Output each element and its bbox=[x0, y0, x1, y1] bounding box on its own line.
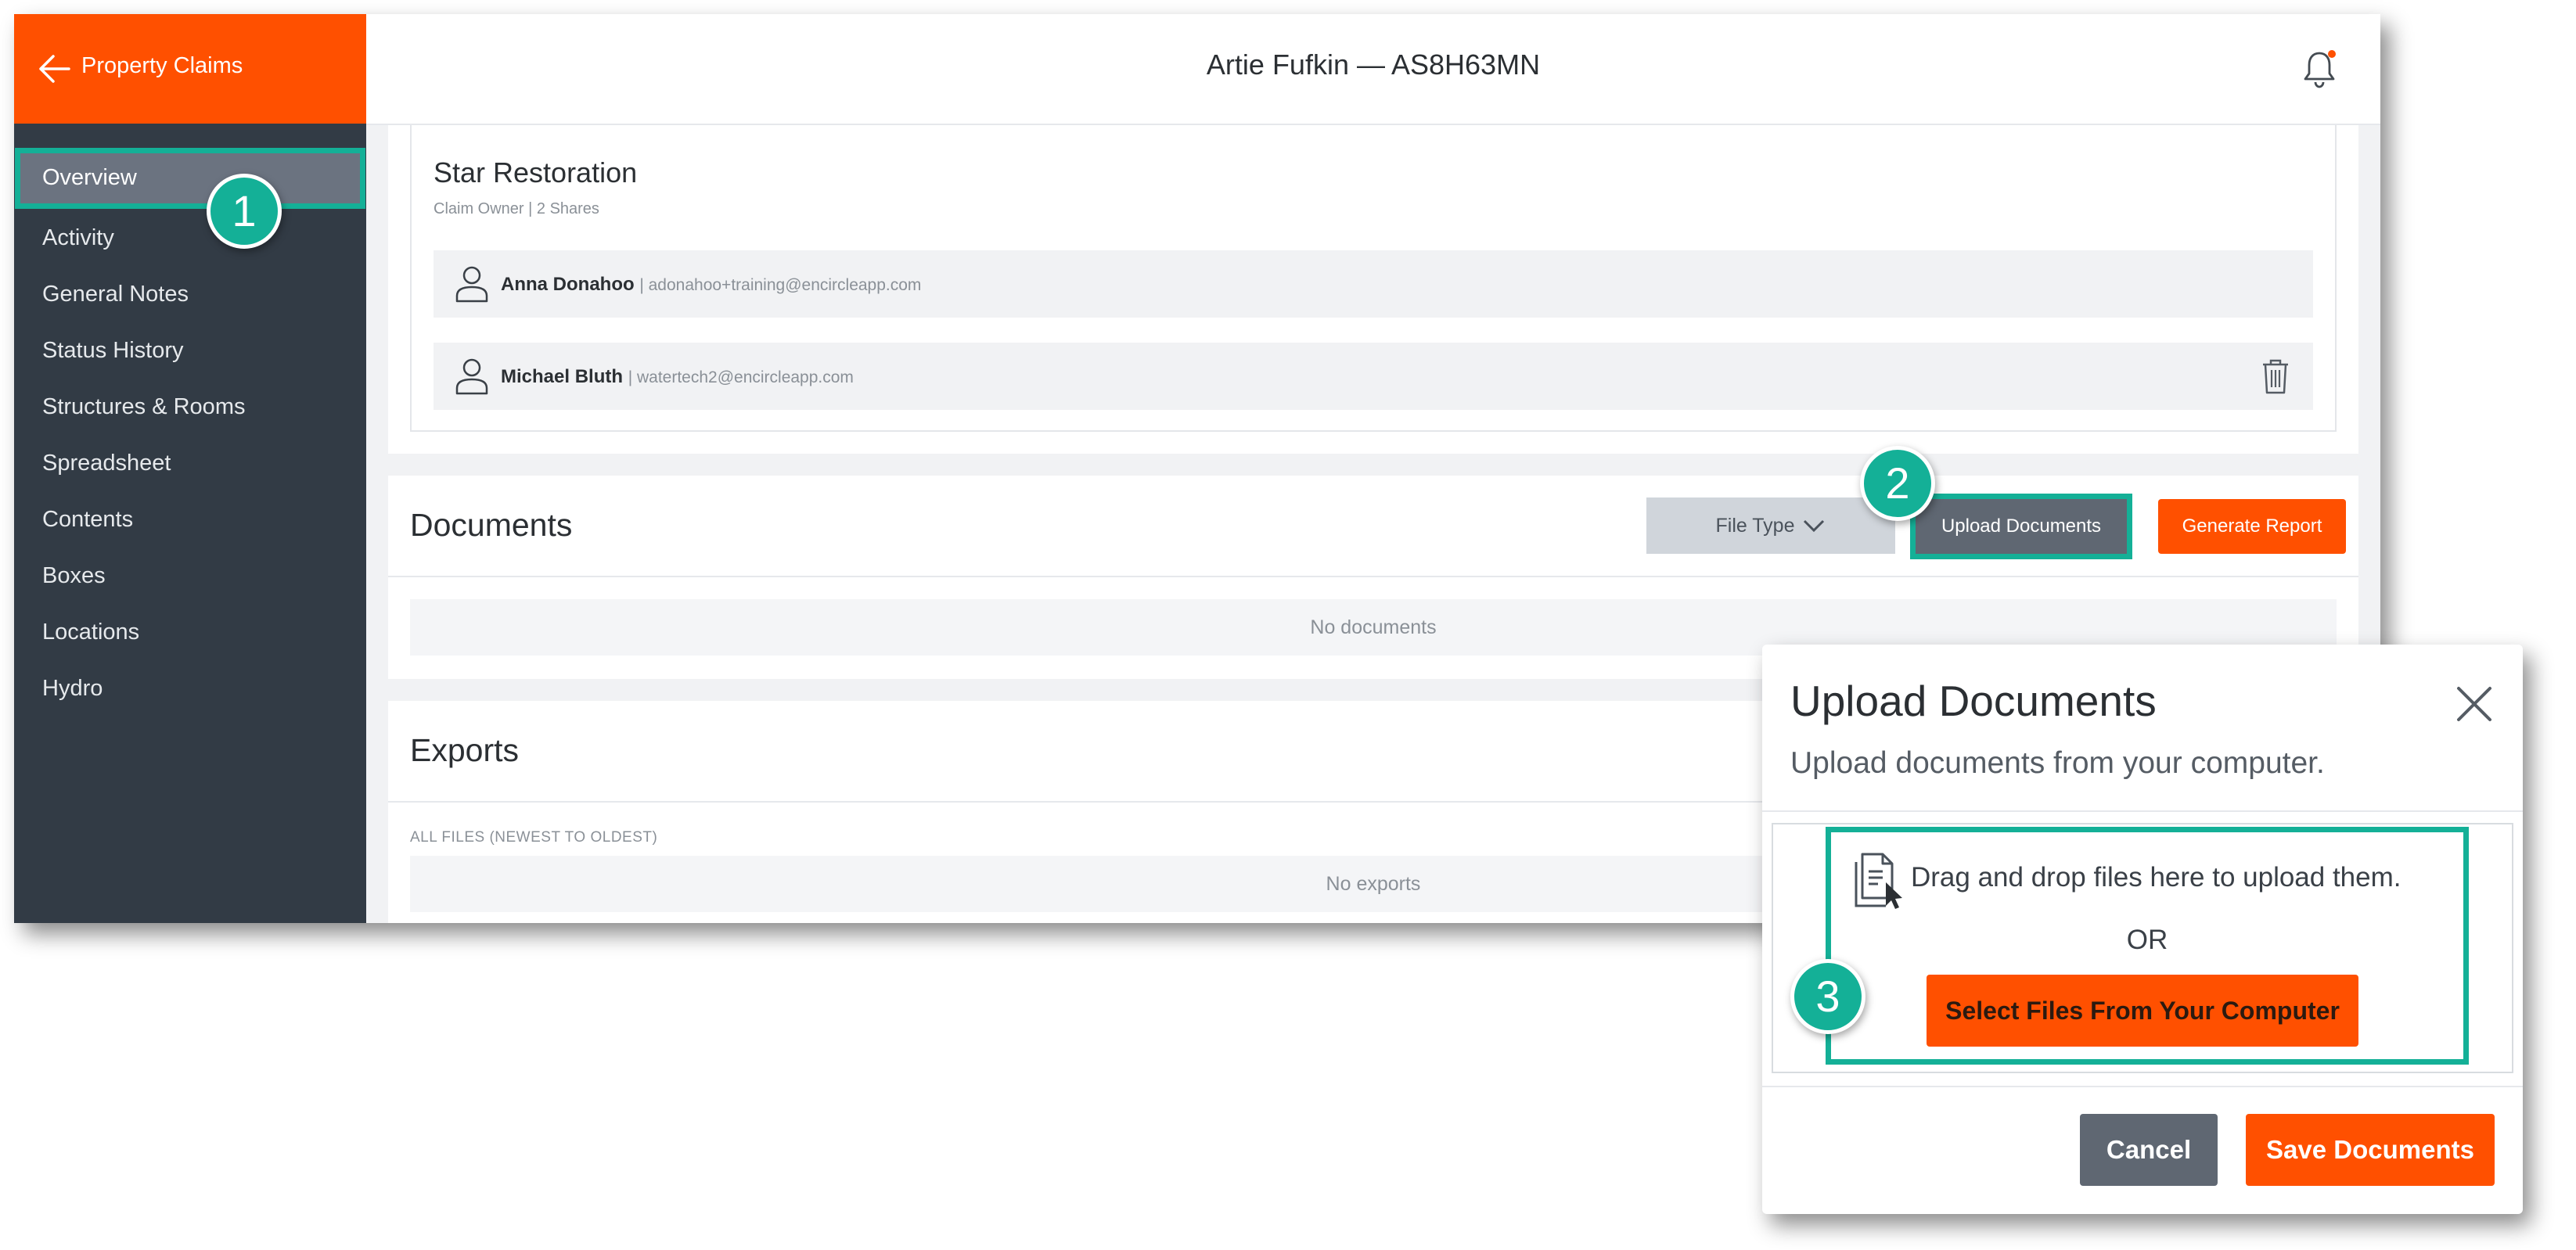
sidebar-item-status-history[interactable]: Status History bbox=[14, 322, 366, 379]
sidebar-header[interactable]: Property Claims bbox=[14, 14, 366, 124]
modal-subtitle: Upload documents from your computer. bbox=[1790, 746, 2325, 780]
divider bbox=[388, 576, 2358, 577]
step-badge-1: 1 bbox=[207, 174, 282, 249]
topbar: Artie Fufkin — AS8H63MN bbox=[366, 14, 2380, 125]
upload-documents-button[interactable]: Upload Documents bbox=[1916, 499, 2127, 554]
member-name-text: Michael Bluth bbox=[501, 366, 624, 387]
step-badge-2: 2 bbox=[1860, 446, 1935, 521]
cancel-button[interactable]: Cancel bbox=[2080, 1114, 2218, 1186]
member-row: Anna Donahoo | adonahoo+training@encircl… bbox=[434, 250, 2313, 318]
sidebar-item-activity[interactable]: Activity bbox=[14, 210, 366, 266]
modal-title: Upload Documents bbox=[1790, 677, 2157, 725]
generate-report-button[interactable]: Generate Report bbox=[2158, 499, 2346, 554]
back-arrow-icon[interactable] bbox=[34, 48, 75, 89]
member-email: | adonahoo+training@encircleapp.com bbox=[639, 276, 922, 294]
team-panel: Star Restoration Claim Owner | 2 Shares … bbox=[410, 125, 2337, 432]
sidebar-item-general-notes[interactable]: General Notes bbox=[14, 266, 366, 322]
team-name: Star Restoration bbox=[434, 156, 638, 189]
bell-icon[interactable] bbox=[2297, 47, 2341, 91]
person-icon bbox=[455, 358, 488, 395]
sidebar-title[interactable]: Property Claims bbox=[81, 53, 243, 79]
page-title: Artie Fufkin — AS8H63MN bbox=[1206, 48, 1541, 81]
sidebar-item-contents[interactable]: Contents bbox=[14, 491, 366, 548]
sidebar-item-hydro[interactable]: Hydro bbox=[14, 660, 366, 717]
file-upload-icon bbox=[1855, 853, 1902, 909]
or-separator: OR bbox=[2126, 925, 2168, 955]
files-sort-label: ALL FILES (NEWEST TO OLDEST) bbox=[410, 829, 658, 846]
file-type-dropdown[interactable]: File Type bbox=[1646, 497, 1895, 554]
sidebar-nav: Overview Activity General Notes Status H… bbox=[14, 153, 366, 717]
divider bbox=[1762, 810, 2523, 812]
sidebar-item-locations[interactable]: Locations bbox=[14, 604, 366, 660]
sidebar: Property Claims Overview Activity Genera… bbox=[14, 14, 366, 923]
team-subtitle: Claim Owner | 2 Shares bbox=[434, 200, 599, 217]
divider bbox=[1762, 1086, 2523, 1087]
sidebar-item-spreadsheet[interactable]: Spreadsheet bbox=[14, 435, 366, 491]
upload-documents-modal: Upload Documents Upload documents from y… bbox=[1762, 645, 2523, 1214]
member-email: | watertech2@encircleapp.com bbox=[628, 368, 854, 386]
member-name-text: Anna Donahoo bbox=[501, 274, 635, 295]
sidebar-item-boxes[interactable]: Boxes bbox=[14, 548, 366, 604]
sidebar-item-overview[interactable]: Overview bbox=[20, 153, 360, 203]
exports-title: Exports bbox=[410, 732, 519, 768]
save-documents-button[interactable]: Save Documents bbox=[2246, 1114, 2495, 1186]
select-files-button[interactable]: Select Files From Your Computer bbox=[1927, 975, 2358, 1047]
close-icon[interactable] bbox=[2451, 681, 2498, 727]
member-name: Michael Bluth | watertech2@encircleapp.c… bbox=[501, 366, 854, 388]
share-card: Star Restoration Claim Owner | 2 Shares … bbox=[388, 125, 2358, 454]
file-type-label: File Type bbox=[1715, 514, 1795, 537]
dropzone[interactable]: Drag and drop files here to upload them.… bbox=[1831, 832, 2463, 1059]
member-name: Anna Donahoo | adonahoo+training@encircl… bbox=[501, 274, 921, 296]
trash-icon[interactable] bbox=[2258, 357, 2293, 396]
member-row: Michael Bluth | watertech2@encircleapp.c… bbox=[434, 343, 2313, 410]
person-icon bbox=[455, 266, 488, 303]
documents-title: Documents bbox=[410, 507, 573, 543]
dropzone-instructions: Drag and drop files here to upload them. bbox=[1911, 862, 2402, 893]
chevron-down-icon bbox=[1804, 519, 1825, 533]
sidebar-item-structures-rooms[interactable]: Structures & Rooms bbox=[14, 379, 366, 435]
step-badge-3: 3 bbox=[1790, 959, 1865, 1034]
